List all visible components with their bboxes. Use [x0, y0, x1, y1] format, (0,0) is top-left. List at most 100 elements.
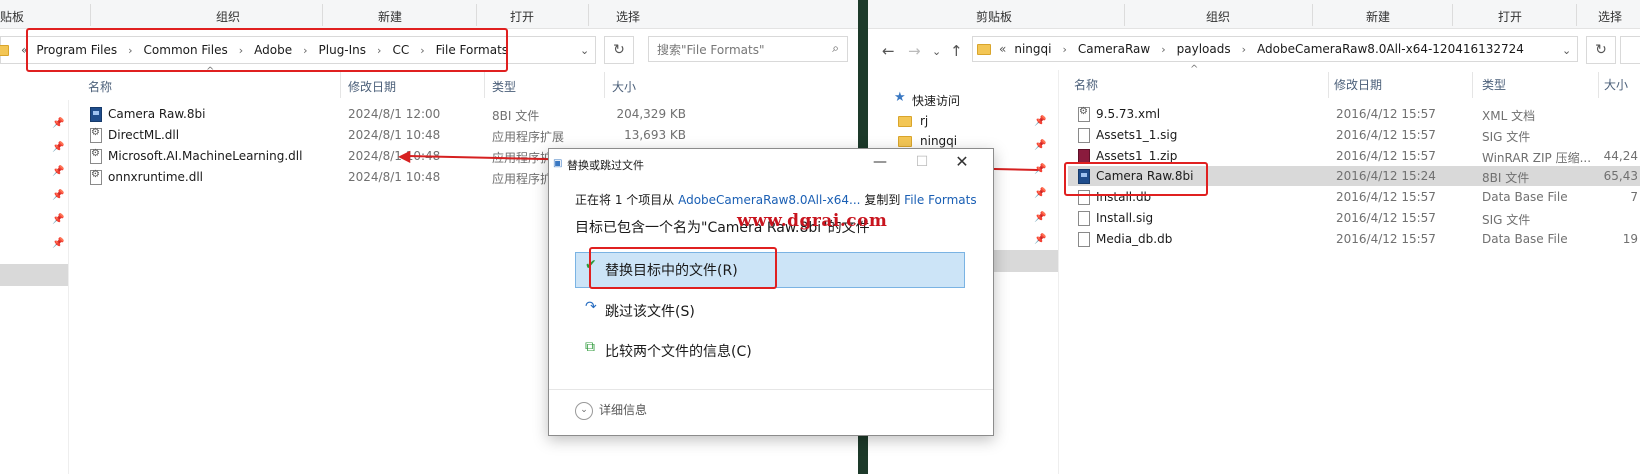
address-dropdown-icon[interactable]: ⌄ [580, 44, 589, 57]
col-header-date[interactable]: 修改日期 [348, 78, 396, 100]
recent-dropdown-icon[interactable]: ⌄ [932, 45, 941, 58]
chevron-right-icon: › [1241, 42, 1247, 56]
file-size: 65,43 [1603, 169, 1638, 183]
breadcrumb-acr-package[interactable]: AdobeCameraRaw8.0All-x64-120416132724 [1257, 42, 1524, 56]
file-row-xml[interactable]: 9.5.73.xml 2016/4/12 15:57 XML 文档 [1078, 104, 1640, 124]
search-icon[interactable]: ⌕ [832, 41, 839, 56]
ribbon-select-tab[interactable]: 选择 [1598, 8, 1622, 25]
file-size: 44,24 [1603, 149, 1638, 163]
dll-icon [90, 148, 102, 164]
source-folder-link[interactable]: AdobeCameraRaw8.0All-x64... [678, 193, 860, 207]
left-ribbon: 贴板 组织 新建 打开 选择 [0, 0, 858, 29]
pin-icon[interactable]: 📌 [52, 118, 64, 129]
col-header-date[interactable]: 修改日期 [1334, 76, 1382, 98]
file-row-camera-raw[interactable]: Camera Raw.8bi 2024/8/1 12:00 8BI 文件 204… [88, 104, 688, 124]
ribbon-new-tab[interactable]: 新建 [1366, 8, 1390, 25]
breadcrumb-cameraraw[interactable]: CameraRaw [1078, 42, 1150, 56]
file-row-media-db[interactable]: Media_db.db 2016/4/12 15:57 Data Base Fi… [1078, 229, 1640, 249]
breadcrumb-overflow[interactable]: « [999, 42, 1006, 56]
dll-icon [90, 169, 102, 185]
camera-raw-icon [90, 107, 102, 122]
pin-icon[interactable]: 📌 [52, 238, 64, 249]
breadcrumb-payloads[interactable]: payloads [1177, 42, 1231, 56]
search-placeholder: 搜索"File Formats" [657, 42, 765, 57]
close-icon[interactable]: ✕ [947, 151, 977, 173]
col-header-size[interactable]: 大小 [1604, 76, 1628, 98]
star-icon: ★ [894, 90, 906, 105]
right-search-input[interactable] [1620, 36, 1640, 64]
ribbon-select-tab[interactable]: 选择 [616, 8, 640, 25]
left-search-input[interactable]: 搜索"File Formats" ⌕ [648, 36, 848, 62]
sidebar-quick-access[interactable]: 快速访问 [912, 92, 960, 109]
sidebar-item-rj[interactable]: rj [920, 114, 928, 128]
refresh-button[interactable]: ↻ [1586, 36, 1616, 64]
dialog-title: 替换或跳过文件 [567, 159, 644, 172]
breadcrumb-highlight-box [26, 28, 508, 72]
file-date: 2024/8/1 12:00 [348, 107, 441, 121]
folder-icon [898, 116, 912, 127]
dialog-footer-divider [549, 389, 993, 390]
ribbon-open-tab[interactable]: 打开 [510, 8, 534, 25]
pin-icon[interactable]: 📌 [1034, 116, 1046, 127]
ribbon-separator [1576, 4, 1577, 26]
col-header-size[interactable]: 大小 [612, 78, 636, 100]
ribbon-separator [1124, 4, 1125, 26]
minimize-icon[interactable]: — [865, 151, 895, 173]
pin-icon[interactable]: 📌 [1034, 188, 1046, 199]
right-ribbon: 剪贴板 组织 新建 打开 选择 [868, 0, 1640, 29]
ribbon-organize-tab[interactable]: 组织 [216, 8, 240, 25]
file-date: 2016/4/12 15:57 [1336, 128, 1436, 142]
sidebar-item-ningqi[interactable]: ningqi [920, 134, 957, 148]
file-name: DirectML.dll [108, 128, 180, 142]
refresh-button[interactable]: ↻ [604, 36, 634, 64]
file-row-directml[interactable]: DirectML.dll 2024/8/1 10:48 应用程序扩展 13,69… [88, 125, 688, 145]
breadcrumb-ningqi[interactable]: ningqi [1014, 42, 1051, 56]
pin-icon[interactable]: 📌 [52, 190, 64, 201]
back-arrow-icon[interactable]: ← [882, 42, 895, 60]
ribbon-clipboard-tab[interactable]: 剪贴板 [976, 8, 1012, 25]
destination-folder-link[interactable]: File Formats [904, 193, 976, 207]
file-type: SIG 文件 [1482, 213, 1531, 227]
refresh-icon: ↻ [1595, 42, 1607, 58]
file-row-assets-sig[interactable]: Assets1_1.sig 2016/4/12 15:57 SIG 文件 [1078, 125, 1640, 145]
file-icon [1078, 232, 1090, 247]
pin-icon[interactable]: 📌 [52, 142, 64, 153]
pin-icon[interactable]: 📌 [52, 166, 64, 177]
refresh-icon: ↻ [613, 42, 625, 58]
ribbon-clipboard-tab[interactable]: 贴板 [0, 8, 24, 25]
skip-option-button[interactable]: 跳过该文件(S) [605, 301, 695, 321]
folder-icon [977, 43, 991, 55]
up-arrow-icon[interactable]: ↑ [950, 42, 963, 60]
file-date: 2016/4/12 15:57 [1336, 190, 1436, 204]
ribbon-organize-tab[interactable]: 组织 [1206, 8, 1230, 25]
address-dropdown-icon[interactable]: ⌄ [1562, 44, 1571, 57]
file-size: 13,693 KB [624, 128, 686, 142]
col-header-name[interactable]: 名称 [88, 78, 112, 100]
pin-icon[interactable]: 📌 [1034, 212, 1046, 223]
file-type: 应用程序扩 [492, 172, 553, 186]
pin-icon[interactable]: 📌 [1034, 140, 1046, 151]
more-details-button[interactable]: ⌄ 详细信息 [575, 401, 647, 420]
file-row-install-sig[interactable]: Install.sig 2016/4/12 15:57 SIG 文件 [1078, 208, 1640, 228]
ribbon-open-tab[interactable]: 打开 [1498, 8, 1522, 25]
forward-arrow-icon[interactable]: → [908, 42, 921, 60]
skip-arrow-icon: ↷ [585, 299, 597, 315]
ribbon-separator [588, 4, 589, 26]
compare-option-button[interactable]: 比较两个文件的信息(C) [605, 341, 752, 361]
file-date: 2024/8/1 10:48 [348, 170, 441, 184]
file-name: Media_db.db [1096, 232, 1173, 246]
file-name: Assets1_1.zip [1096, 149, 1178, 163]
nav-selected-item[interactable] [0, 264, 68, 286]
right-address-bar[interactable]: « ningqi › CameraRaw › payloads › AdobeC… [972, 36, 1578, 62]
pin-icon[interactable]: 📌 [52, 214, 64, 225]
col-header-type[interactable]: 类型 [1482, 76, 1506, 98]
column-separator [484, 72, 485, 98]
watermark-text: www.dgrai.com [737, 211, 888, 231]
file-size: 204,329 KB [616, 107, 686, 121]
file-name: Microsoft.AI.MachineLearning.dll [108, 149, 303, 163]
file-name: 9.5.73.xml [1096, 107, 1161, 121]
col-header-type[interactable]: 类型 [492, 78, 516, 100]
ribbon-new-tab[interactable]: 新建 [378, 8, 402, 25]
pin-icon[interactable]: 📌 [1034, 234, 1046, 245]
col-header-name[interactable]: 名称 [1074, 76, 1098, 98]
